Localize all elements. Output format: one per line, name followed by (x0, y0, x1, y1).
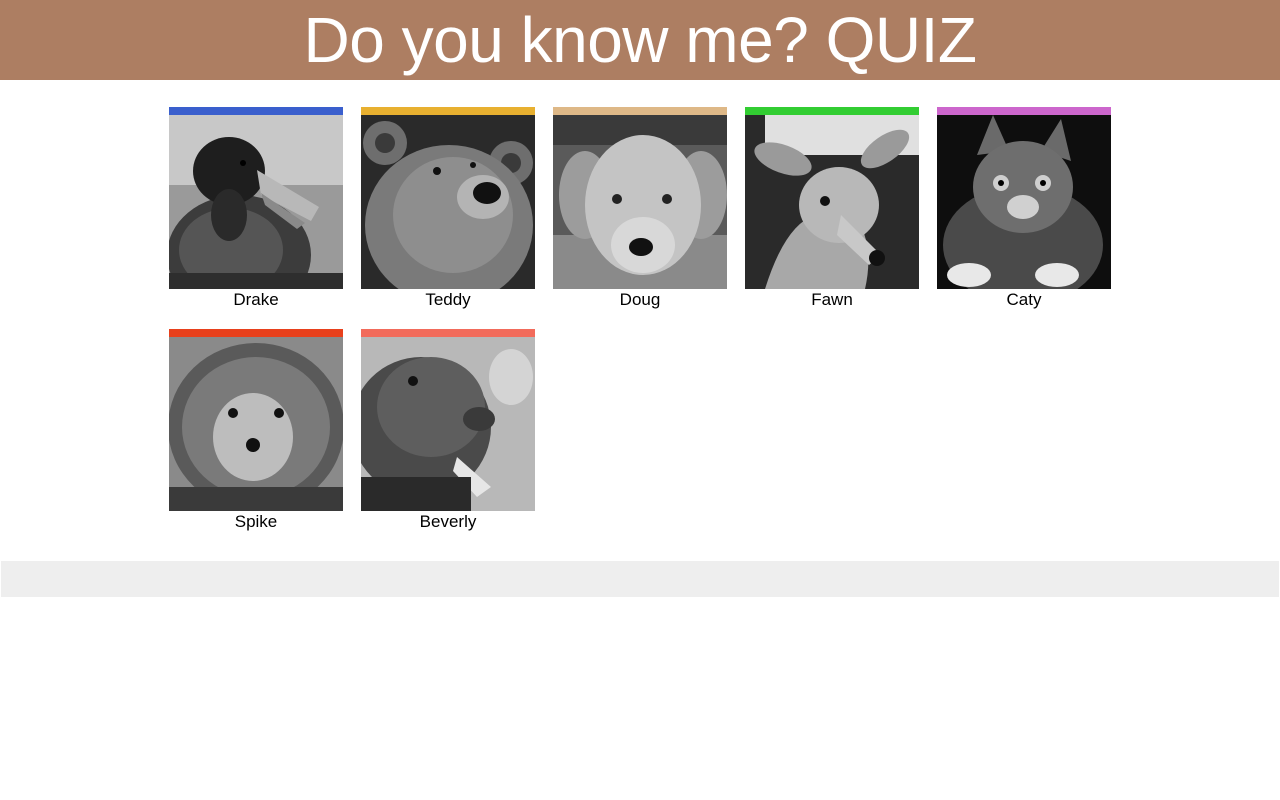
card-name: Teddy (425, 290, 471, 309)
quiz-header: Do you know me? QUIZ (0, 0, 1280, 80)
animal-card-beverly[interactable]: Beverly (361, 329, 535, 535)
card-accent-bar (361, 107, 535, 115)
page-title: Do you know me? QUIZ (303, 4, 977, 76)
animal-card-caty[interactable]: Caty (937, 107, 1111, 313)
card-name: Drake (233, 290, 279, 309)
animal-card-fawn[interactable]: Fawn (745, 107, 919, 313)
animal-card-doug[interactable]: Doug (553, 107, 727, 313)
bear-photo[interactable] (361, 115, 535, 289)
card-accent-bar (169, 107, 343, 115)
card-accent-bar (361, 329, 535, 337)
animal-card-drake[interactable]: Drake (169, 107, 343, 313)
beaver-photo[interactable] (361, 337, 535, 511)
footer-band (1, 561, 1279, 597)
card-name: Spike (234, 512, 278, 531)
hedgehog-photo[interactable] (169, 337, 343, 511)
card-name: Fawn (811, 290, 853, 309)
dog-photo[interactable] (553, 115, 727, 289)
animal-card-teddy[interactable]: Teddy (361, 107, 535, 313)
card-name: Caty (1006, 290, 1042, 309)
card-accent-bar (553, 107, 727, 115)
card-accent-bar (169, 329, 343, 337)
duck-photo[interactable] (169, 115, 343, 289)
card-name: Beverly (419, 512, 477, 531)
card-accent-bar (937, 107, 1111, 115)
cat-photo[interactable] (937, 115, 1111, 289)
animal-card-spike[interactable]: Spike (169, 329, 343, 535)
card-name: Doug (619, 290, 661, 309)
deer-photo[interactable] (745, 115, 919, 289)
card-accent-bar (745, 107, 919, 115)
